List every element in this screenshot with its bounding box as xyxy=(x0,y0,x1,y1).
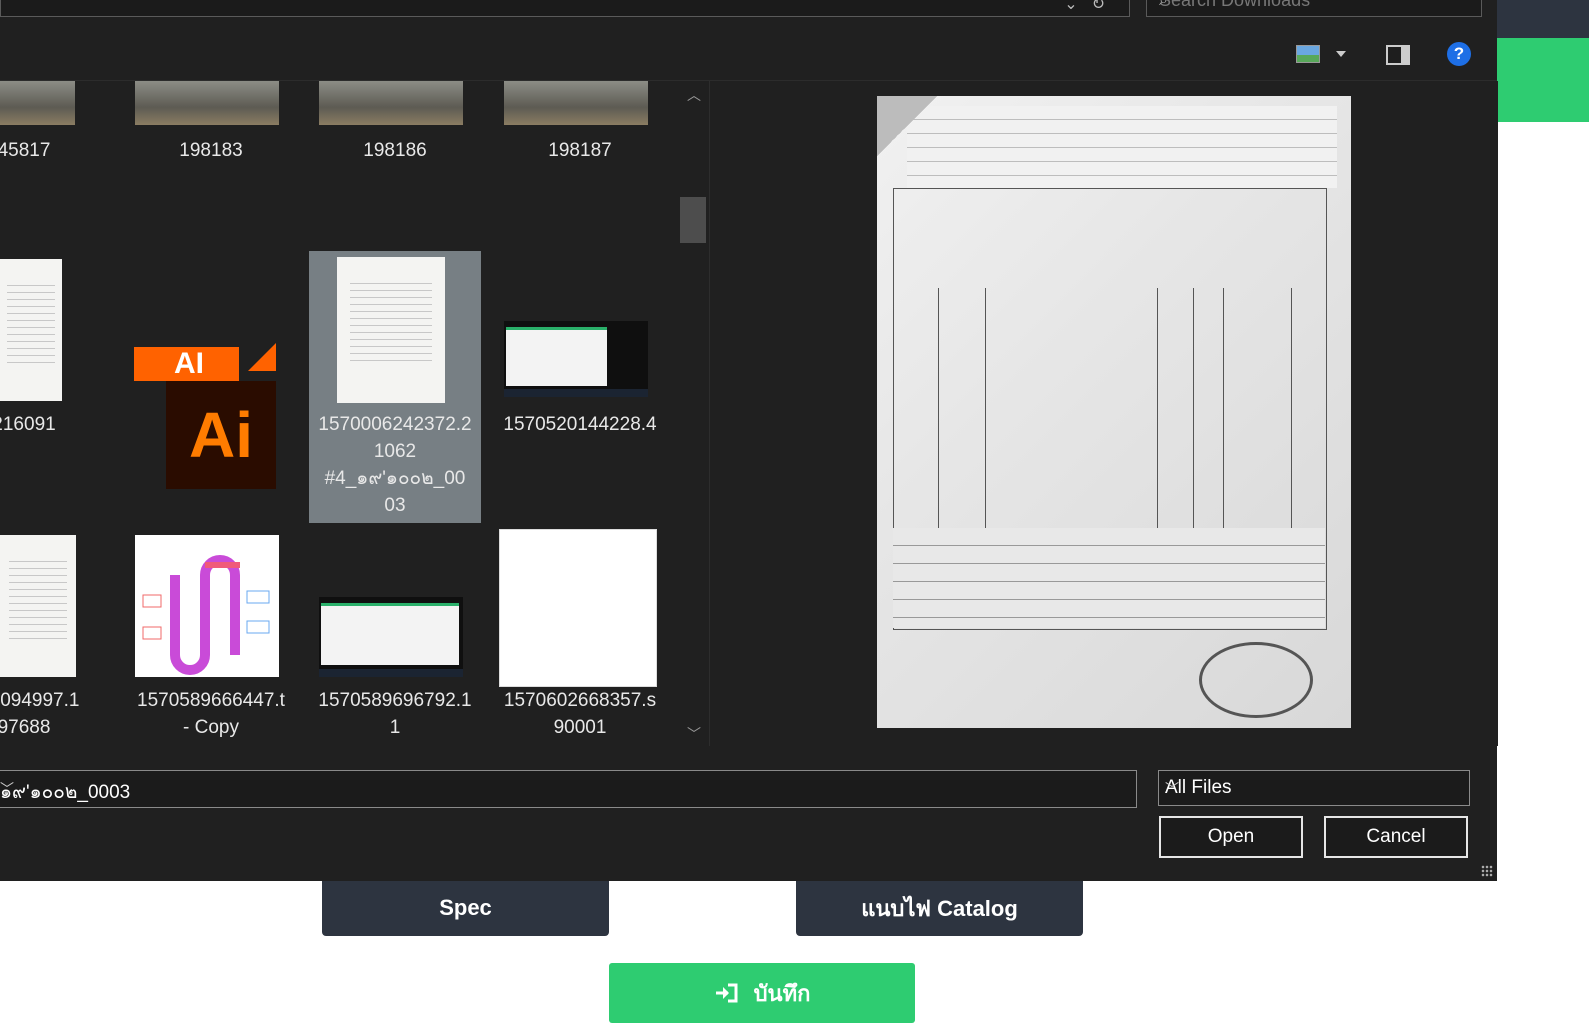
file-thumbnail xyxy=(504,321,648,397)
file-name: 216091 xyxy=(0,414,56,435)
file-name: 1570602668357.s 90001 xyxy=(503,690,657,738)
address-bar[interactable]: ⌄↻ xyxy=(0,0,1130,17)
spec-button-label: Spec xyxy=(439,895,492,920)
file-thumbnail xyxy=(0,535,76,677)
diagram-thumbnail-graphic xyxy=(142,555,270,675)
refresh-icon[interactable]: ⌄↻ xyxy=(1064,0,1119,14)
file-name: 587094997.1 97688 xyxy=(0,690,80,738)
file-item[interactable]: 216091 xyxy=(0,251,110,523)
sign-in-icon xyxy=(715,983,738,1003)
search-icon: ⌕ xyxy=(1159,0,1168,9)
open-button[interactable]: Open xyxy=(1159,816,1303,858)
file-item[interactable]: 198183 xyxy=(125,81,297,241)
file-name: 1570589696792.1 1 xyxy=(318,690,472,738)
file-thumbnail xyxy=(319,81,463,125)
file-name: 45817 xyxy=(0,140,51,161)
file-thumbnail xyxy=(504,81,648,125)
preview-pane-toggle-icon[interactable] xyxy=(1386,45,1410,65)
scrollbar-thumb[interactable] xyxy=(680,197,706,243)
scroll-up-icon[interactable]: ︿ xyxy=(687,85,701,105)
file-type-chevron-icon: ﹀ xyxy=(1165,781,1179,797)
help-icon[interactable]: ? xyxy=(1447,42,1471,66)
file-open-dialog: ⌄↻ Search Downloads ⌕ ? 45817 198183 198… xyxy=(0,0,1498,881)
file-thumbnail xyxy=(319,597,463,677)
file-item[interactable]: 1570520144228.4 xyxy=(494,251,666,523)
file-item[interactable]: 587094997.1 97688 xyxy=(0,527,110,746)
page-green-banner xyxy=(1497,38,1589,122)
file-type-select[interactable]: All Files ﹀ xyxy=(1158,770,1470,806)
preview-pane xyxy=(709,81,1498,746)
file-name: 198183 xyxy=(179,140,243,161)
resize-grip-icon[interactable] xyxy=(1481,865,1493,877)
spec-button[interactable]: Spec xyxy=(322,880,609,936)
scroll-down-icon[interactable]: ﹀ xyxy=(687,724,701,744)
file-thumbnail xyxy=(0,259,62,401)
help-label: ? xyxy=(1453,44,1465,63)
file-grid: 45817 198183 198186 198187 216091 204124… xyxy=(0,81,680,746)
file-item[interactable]: 1570602668357.s 90001 xyxy=(494,527,666,746)
save-button-label: บันทึก xyxy=(753,980,811,1006)
quotation-document-preview xyxy=(877,96,1351,728)
file-thumbnail xyxy=(135,81,279,125)
file-name: 198186 xyxy=(363,140,427,161)
save-button[interactable]: บันทึก xyxy=(609,963,915,1023)
file-thumbnail xyxy=(499,529,657,687)
file-name-field[interactable]: ๑๙'๑๐๐๒_0003 ﹀ xyxy=(0,770,1137,808)
attach-catalog-label: แนบไฟ Catalog xyxy=(861,895,1018,921)
change-view-icon[interactable] xyxy=(1296,45,1320,63)
file-thumbnail xyxy=(135,535,279,677)
file-name: 1570520144228.4 xyxy=(503,414,657,435)
file-name-history-chevron-icon[interactable]: ﹀ xyxy=(0,779,1126,799)
file-item[interactable]: 45817 xyxy=(0,81,110,241)
page-header-bar xyxy=(1497,0,1589,38)
view-options-chevron-icon[interactable] xyxy=(1336,51,1346,57)
file-item[interactable]: 1570589666447.t - Copy xyxy=(125,527,297,746)
file-grid-scrollbar[interactable]: ︿ ﹀ xyxy=(680,81,708,746)
file-thumbnail xyxy=(0,81,75,125)
file-name: 1570006242372.2 1062 #4_๑๙'๑๐๐๒_00 03 xyxy=(318,414,472,516)
open-button-label: Open xyxy=(1207,826,1255,847)
file-item[interactable]: 198186 xyxy=(309,81,481,241)
file-item-selected[interactable]: 1570006242372.2 1062 #4_๑๙'๑๐๐๒_00 03 xyxy=(309,251,481,523)
file-name: 1570589666447.t - Copy xyxy=(137,690,285,738)
attach-catalog-button[interactable]: แนบไฟ Catalog xyxy=(796,880,1083,936)
cancel-button[interactable]: Cancel xyxy=(1324,816,1468,858)
file-item[interactable]: 1570589696792.1 1 xyxy=(309,527,481,746)
file-name: 198187 xyxy=(548,140,612,161)
search-box[interactable]: Search Downloads ⌕ xyxy=(1146,0,1482,17)
adobe-illustrator-icon: AI Ai xyxy=(134,343,276,489)
company-stamp xyxy=(1199,642,1313,718)
cancel-button-label: Cancel xyxy=(1366,826,1426,847)
file-thumbnail xyxy=(337,257,445,403)
file-item[interactable]: 198187 xyxy=(494,81,666,241)
